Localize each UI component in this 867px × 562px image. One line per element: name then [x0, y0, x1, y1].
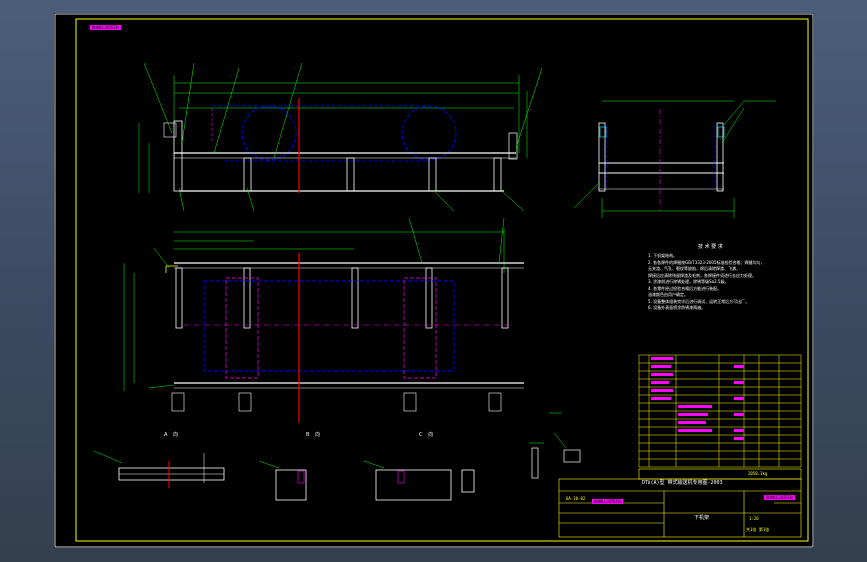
bottom-stamp: BOOKLINTECH	[592, 499, 623, 504]
weight: 2058.1kg	[748, 471, 768, 476]
section-views	[93, 412, 581, 501]
cad-drawing-canvas[interactable]: BOOKLINTECH BOOKLINTECH BOOKLINTECH 6A-1…	[54, 13, 814, 548]
view-label-c: C 向	[419, 432, 436, 438]
scale: 1:20	[749, 516, 759, 521]
front-view	[138, 62, 543, 212]
view-label-b: B 向	[306, 432, 323, 438]
top-stamp: BOOKLINTECH	[90, 25, 121, 30]
tech-req-line: 6. 设备外表面喷涂防锈漆两遍。	[648, 305, 706, 310]
view-label-a: A 向	[164, 432, 181, 438]
bom-table	[638, 354, 802, 468]
project-title: DTⅡ(A)型 带式输送机专用图-2003	[642, 480, 723, 486]
title-stamp: BOOKLINTECH	[764, 495, 795, 500]
drawing-name: 下机架	[694, 515, 710, 521]
plan-view	[123, 217, 524, 423]
side-view	[573, 100, 776, 218]
sheet-count: 共1张 第1张	[746, 527, 770, 532]
tech-requirements-title: 技 术 要 求	[698, 244, 723, 250]
tech-requirements: 技 术 要 求 1. 下机架结构。 2. 各各焊件的焊缝按GB/T3323-20…	[648, 244, 798, 312]
bom-table-text	[651, 357, 744, 440]
small-stamp: 6A-10-02	[566, 496, 586, 501]
